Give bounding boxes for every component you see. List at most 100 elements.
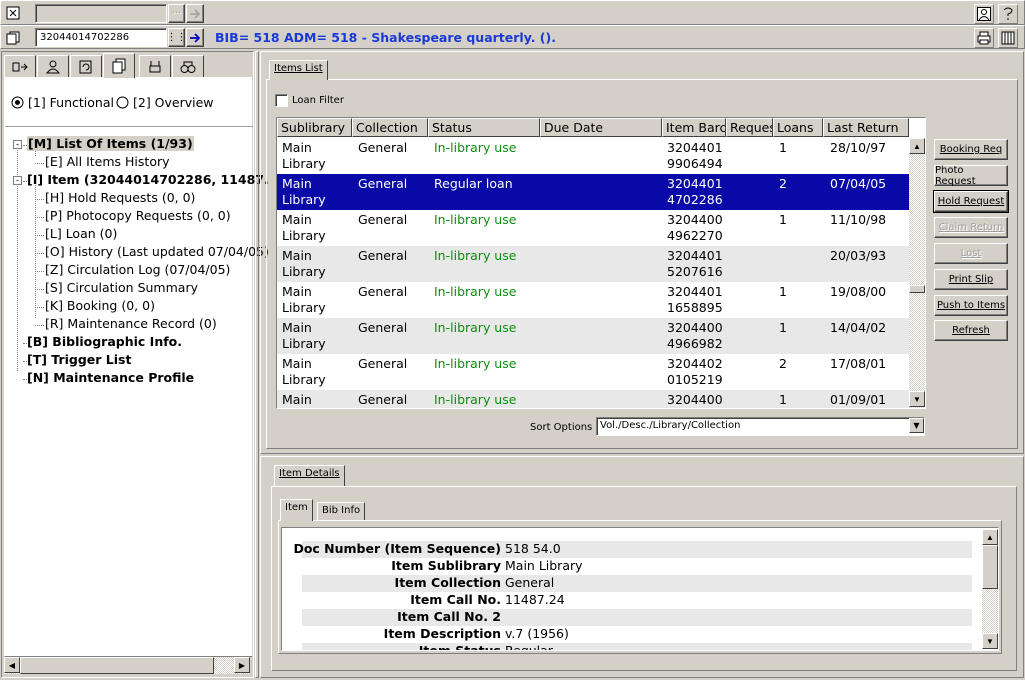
loans-tab-icon[interactable]: [70, 55, 102, 77]
tree-item[interactable]: [R] Maintenance Record (0): [45, 316, 217, 331]
booking-req-button[interactable]: Booking Req: [934, 139, 1008, 160]
table-cell-status: Regular loan: [434, 176, 513, 191]
table-cell-loans: 1: [779, 392, 787, 407]
push-to-items-button[interactable]: Push to Items: [934, 295, 1008, 316]
table-cell-status: In-library use: [434, 356, 517, 371]
table-row[interactable]: Main Library General In-library use 3204400…: [277, 210, 910, 246]
tree-item[interactable]: [N] Maintenance Profile: [27, 370, 194, 385]
print-icon[interactable]: [974, 28, 994, 48]
tab-item-details[interactable]: Item Details: [274, 465, 345, 486]
tree-item[interactable]: [H] Hold Requests (0, 0): [45, 190, 195, 205]
chevron-down-icon[interactable]: ▼: [909, 418, 924, 433]
tree-item[interactable]: [K] Booking (0, 0): [45, 298, 155, 313]
print-slip-button[interactable]: Print Slip: [934, 269, 1008, 290]
tab-bib-info[interactable]: Bib Info: [317, 502, 366, 521]
patron-tab-icon[interactable]: [37, 55, 69, 77]
loan-filter-checkbox[interactable]: Loan Filter: [275, 94, 344, 107]
table-vertical-scrollbar[interactable]: ▲ ▼: [909, 138, 925, 408]
scroll-left-button[interactable]: ◀: [4, 657, 20, 673]
scroll-thumb[interactable]: [20, 657, 214, 674]
vertical-splitter[interactable]: [255, 51, 259, 678]
hold-request-button[interactable]: Hold Request: [933, 190, 1009, 213]
tree-expander-icon[interactable]: -: [13, 140, 22, 149]
table-cell-last-return: 20/03/93: [830, 248, 887, 263]
search-tab-icon[interactable]: [172, 55, 204, 77]
tree-item[interactable]: [M] List Of Items (1/93): [27, 136, 194, 151]
item-details-frame: Item Bib Info Doc Number (Item Sequence)…: [271, 486, 1017, 671]
table-row[interactable]: Main Library General Regular loan 3204401 4…: [277, 174, 910, 210]
column-header[interactable]: Sublibrary: [277, 118, 352, 137]
tab-item[interactable]: Item: [280, 499, 313, 521]
tree-expander-icon[interactable]: -: [13, 176, 22, 185]
column-header[interactable]: Collection: [352, 118, 428, 137]
functional-radio[interactable]: [1] Functional: [11, 95, 114, 110]
column-header[interactable]: Last Return: [823, 118, 909, 137]
column-header[interactable]: Item Barco: [662, 118, 726, 137]
column-header[interactable]: Reques: [726, 118, 773, 137]
divider: [5, 126, 253, 127]
item-barcode-input[interactable]: 32044014702286: [35, 28, 167, 47]
button-label: Print Slip: [948, 274, 994, 285]
table-cell-last-return: 19/08/00: [830, 284, 887, 299]
scroll-up-button[interactable]: ▲: [909, 138, 925, 154]
tree-item[interactable]: [Z] Circulation Log (07/04/05): [45, 262, 230, 277]
scroll-down-button[interactable]: ▼: [982, 633, 998, 649]
refresh-button[interactable]: Refresh: [934, 320, 1008, 341]
table-row[interactable]: Main General In-library use 3204400 1 01/09/0…: [277, 390, 910, 408]
go-arrow-button: [186, 4, 204, 23]
detail-row: Item Sublibrary Main Library: [302, 558, 972, 575]
table-row[interactable]: Main Library General In-library use 3204401…: [277, 282, 910, 318]
detail-label: Item Sublibrary: [391, 558, 501, 573]
radio-unselected-icon: [116, 96, 129, 109]
table-row[interactable]: Main Library General In-library use 3204401…: [277, 246, 910, 282]
table-cell-loans: 1: [779, 284, 787, 299]
items-tab-icon[interactable]: [103, 53, 135, 78]
sort-options-select[interactable]: Vol./Desc./Library/Collection ▼: [596, 417, 925, 436]
copy-icon[interactable]: [4, 29, 22, 47]
barcode-browse-button[interactable]: ⋮⋮: [167, 28, 187, 47]
table-cell-last-return: 28/10/97: [830, 140, 887, 155]
items-list-panel: Items List Loan Filter Sublibrary Collect…: [260, 51, 1024, 454]
column-header[interactable]: Due Date: [540, 118, 662, 137]
details-vertical-scrollbar[interactable]: ▲ ▼: [982, 529, 998, 649]
overview-radio[interactable]: [2] Overview: [116, 95, 214, 110]
help-icon[interactable]: [998, 4, 1018, 24]
table-row[interactable]: Main Library General In-library use 3204400…: [277, 318, 910, 354]
table-row[interactable]: Main Library General In-library use 3204401…: [277, 138, 910, 174]
scroll-down-button[interactable]: ▼: [909, 391, 925, 407]
scroll-right-button[interactable]: ▶: [234, 657, 250, 673]
tree-item[interactable]: [T] Trigger List: [27, 352, 131, 367]
table-row[interactable]: Main Library General In-library use 3204402…: [277, 354, 910, 390]
left-horizontal-scrollbar[interactable]: ◀ ▶: [4, 657, 250, 674]
detail-label: Item Description: [383, 626, 501, 641]
item-fields-frame: Doc Number (Item Sequence) 518 54.0 Item S…: [278, 520, 1002, 654]
table-cell-collection: General: [358, 356, 408, 371]
tab-items-list[interactable]: Items List: [269, 60, 328, 80]
column-header[interactable]: Status: [428, 118, 540, 137]
tree-item[interactable]: [L] Loan (0): [45, 226, 117, 241]
barcode-go-button[interactable]: [186, 28, 204, 47]
table-cell-status: In-library use: [434, 140, 517, 155]
column-header[interactable]: Loans: [773, 118, 823, 137]
tree-item[interactable]: [O] History (Last updated 07/04/05): [45, 244, 269, 259]
tree-item[interactable]: [S] Circulation Summary: [45, 280, 198, 295]
tree-item[interactable]: [I] Item (32044014702286, 11487.: [27, 172, 269, 187]
detail-value: v.7 (1956): [505, 626, 569, 641]
scroll-up-button[interactable]: ▲: [982, 529, 998, 545]
tree-item[interactable]: [P] Photocopy Requests (0, 0): [45, 208, 231, 223]
circulation-tab-icon[interactable]: [4, 55, 36, 77]
tree-item[interactable]: [E] All Items History: [45, 154, 170, 169]
patron-icon[interactable]: [974, 4, 994, 24]
detail-row: Item Collection General: [302, 575, 972, 592]
app-menu-icon[interactable]: [4, 4, 22, 22]
detail-value: Main Library: [505, 558, 583, 573]
scroll-thumb[interactable]: [982, 545, 998, 589]
scroll-thumb[interactable]: [909, 285, 925, 293]
requests-tab-icon[interactable]: [139, 55, 171, 77]
photo-request-button[interactable]: Photo Request: [934, 165, 1008, 187]
item-fields-list: Doc Number (Item Sequence) 518 54.0 Item S…: [281, 527, 999, 651]
detail-label: Doc Number (Item Sequence): [293, 541, 501, 556]
tree-item[interactable]: [B] Bibliographic Info.: [27, 334, 182, 349]
window-icon[interactable]: [998, 28, 1018, 48]
overview-label: [2] Overview: [133, 95, 214, 110]
